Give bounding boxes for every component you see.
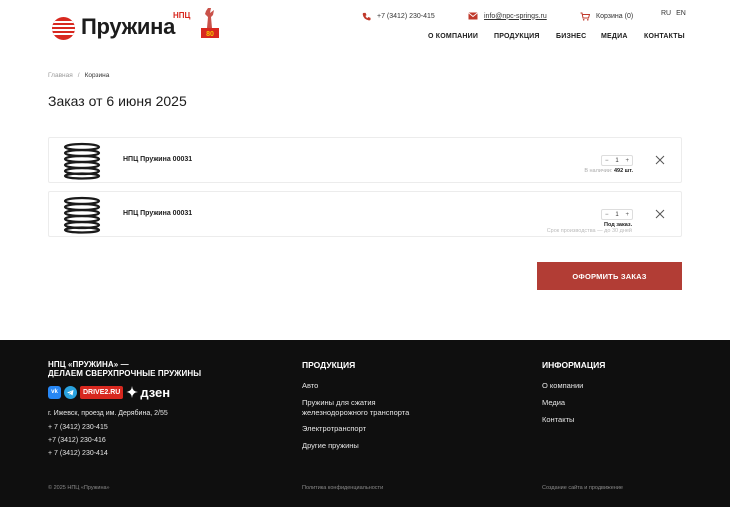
dzen-link[interactable]: дзен xyxy=(126,385,170,400)
header-email-link[interactable]: info@npc-springs.ru xyxy=(484,13,547,20)
lang-en[interactable]: EN xyxy=(676,10,686,17)
nav-business[interactable]: БИЗНЕС xyxy=(556,33,586,40)
header: Пружина НПЦ 80 +7 (3412) 230-415 info@np… xyxy=(0,0,730,62)
privacy-link[interactable]: Политика конфиденциальности xyxy=(302,485,383,491)
spring-product-image xyxy=(63,142,101,180)
quantity-value[interactable]: 1 xyxy=(615,212,618,218)
item-name[interactable]: НПЦ Пружина 00031 xyxy=(123,156,192,163)
made-by-link[interactable]: Создание сайта и продвижение xyxy=(542,485,623,491)
drive2-icon[interactable]: DRIVE2.RU xyxy=(80,385,124,399)
mail-icon xyxy=(468,12,478,20)
header-cart[interactable]: Корзина (0) xyxy=(580,10,633,22)
logo-npc-text: НПЦ xyxy=(173,11,191,20)
footer-brand-line2: ДЕЛАЕМ СВЕРХПРОЧНЫЕ ПРУЖИНЫ xyxy=(48,369,202,378)
remove-item-icon[interactable] xyxy=(655,209,665,219)
lang-ru[interactable]: RU xyxy=(661,10,671,17)
copyright: © 2025 НПЦ «Пружина» xyxy=(48,485,110,491)
quantity-value[interactable]: 1 xyxy=(615,158,618,164)
footer-link-rail[interactable]: Пружины для сжатия железнодорожного тран… xyxy=(302,398,442,418)
footer-link-media[interactable]: Медиа xyxy=(542,398,565,408)
header-phone[interactable]: +7 (3412) 230-415 xyxy=(362,10,435,22)
footer-address: г. Ижевск, проезд им. Дерябина, 2/55 xyxy=(48,410,168,417)
footer-phone[interactable]: +7 (3412) 230-416 xyxy=(48,437,106,444)
nav-products[interactable]: ПРОДУКЦИЯ xyxy=(494,33,540,40)
stock-value: 492 шт. xyxy=(613,168,633,174)
remove-item-icon[interactable] xyxy=(655,155,665,165)
breadcrumb-home[interactable]: Главная xyxy=(48,72,73,79)
nav-about[interactable]: О КОМПАНИИ xyxy=(428,33,478,40)
social-links: vk DRIVE2.RU дзен xyxy=(48,385,170,400)
cart-icon xyxy=(580,12,590,21)
footer-link-electro[interactable]: Электротранспорт xyxy=(302,424,366,434)
stock-label: В наличии: xyxy=(584,168,613,174)
header-phone-text: +7 (3412) 230-415 xyxy=(377,12,435,20)
dzen-label: дзен xyxy=(140,384,171,400)
nav-contacts[interactable]: КОНТАКТЫ xyxy=(644,33,685,40)
language-switcher: RU EN xyxy=(661,10,689,17)
header-email[interactable]: info@npc-springs.ru xyxy=(468,10,547,22)
main-nav: О КОМПАНИИ ПРОДУКЦИЯ БИЗНЕС МЕДИА КОНТАК… xyxy=(0,33,730,43)
stock-status: В наличии: 492 шт. xyxy=(584,168,633,174)
increment-button[interactable]: + xyxy=(625,212,629,218)
nav-media[interactable]: МЕДИА xyxy=(601,33,628,40)
page-title: Заказ от 6 июня 2025 xyxy=(48,93,187,109)
footer-link-contacts[interactable]: Контакты xyxy=(542,415,574,425)
cart-item: НПЦ Пружина 00031 − 1 + Под заказ. Срок … xyxy=(48,191,682,237)
footer: НПЦ «ПРУЖИНА» — ДЕЛАЕМ СВЕРХПРОЧНЫЕ ПРУЖ… xyxy=(0,340,730,507)
header-cart-text: Корзина (0) xyxy=(596,12,634,20)
footer-brand: НПЦ «ПРУЖИНА» — ДЕЛАЕМ СВЕРХПРОЧНЫЕ ПРУЖ… xyxy=(48,360,201,378)
footer-products-title: ПРОДУКЦИЯ xyxy=(302,360,356,370)
footer-brand-line1: НПЦ «ПРУЖИНА» — xyxy=(48,360,129,369)
breadcrumb-current: Корзина xyxy=(84,72,110,79)
breadcrumb: Главная / Корзина xyxy=(48,72,109,79)
footer-link-other[interactable]: Другие пружины xyxy=(302,441,359,451)
page: Пружина НПЦ 80 +7 (3412) 230-415 info@np… xyxy=(0,0,730,507)
cart-item: НПЦ Пружина 00031 − 1 + В наличии: 492 ш… xyxy=(48,137,682,183)
footer-link-auto[interactable]: Авто xyxy=(302,381,318,391)
spring-product-image xyxy=(63,196,101,234)
telegram-icon[interactable] xyxy=(64,385,77,399)
breadcrumb-separator: / xyxy=(77,72,80,79)
quantity-stepper: − 1 + xyxy=(601,155,633,166)
decrement-button[interactable]: − xyxy=(605,158,609,164)
dzen-icon xyxy=(126,386,139,398)
item-name[interactable]: НПЦ Пружина 00031 xyxy=(123,210,192,217)
phone-icon xyxy=(362,12,371,20)
footer-link-about[interactable]: О компании xyxy=(542,381,583,391)
vk-icon[interactable]: vk xyxy=(48,385,61,399)
footer-phone[interactable]: + 7 (3412) 230-414 xyxy=(48,450,108,457)
quantity-stepper: − 1 + xyxy=(601,209,633,220)
increment-button[interactable]: + xyxy=(625,158,629,164)
footer-phone[interactable]: + 7 (3412) 230-415 xyxy=(48,424,108,431)
decrement-button[interactable]: − xyxy=(605,212,609,218)
checkout-button[interactable]: ОФОРМИТЬ ЗАКАЗ xyxy=(537,262,682,290)
lead-time: Срок производства — до 30 дней xyxy=(546,228,632,234)
footer-info-title: ИНФОРМАЦИЯ xyxy=(542,360,606,370)
